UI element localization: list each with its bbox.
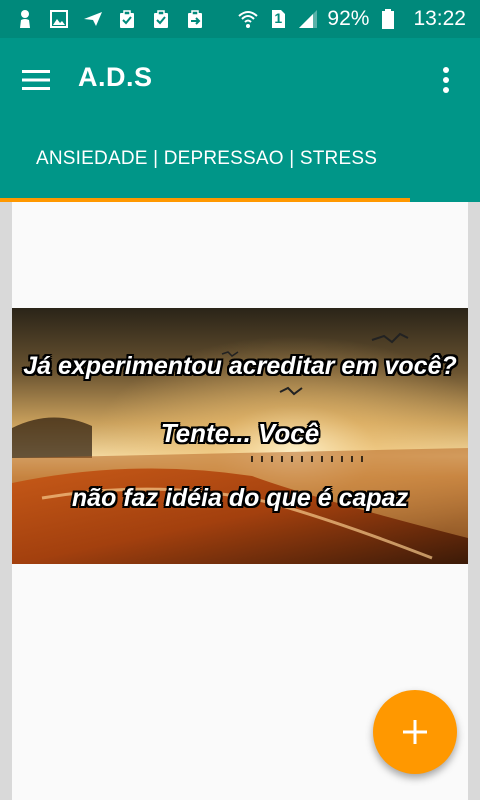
menu-button[interactable] <box>16 60 56 100</box>
clipboard-icon <box>116 8 138 30</box>
tab-bar: ANSIEDADE | DEPRESSAO | STRESS <box>0 124 480 202</box>
banner-line-3: não faz idéia do que é capaz <box>71 484 409 512</box>
clipboard-check-icon <box>150 8 172 30</box>
clipboard-arrow-icon <box>184 8 206 30</box>
tab-ansiedade-depressao-stress[interactable]: ANSIEDADE | DEPRESSAO | STRESS <box>0 124 410 202</box>
wifi-icon <box>237 8 259 30</box>
motivational-banner: Já experimentou acreditar em você? Tente… <box>12 308 468 564</box>
plus-icon <box>403 720 427 744</box>
clock: 13:22 <box>413 7 466 30</box>
sim-icon: 1 <box>267 8 289 30</box>
battery-percent: 92% <box>327 7 370 30</box>
status-bar: 1 92% 13:22 <box>0 0 480 38</box>
app-title: A.D.S <box>78 62 153 92</box>
signal-icon <box>297 8 319 30</box>
send-icon <box>82 8 104 30</box>
image-icon <box>48 8 70 30</box>
battery-icon <box>377 8 399 30</box>
system-status: 1 92% 13:22 <box>237 0 466 38</box>
hamburger-menu-icon <box>22 70 50 90</box>
person-icon <box>14 8 36 30</box>
tab-label: ANSIEDADE | DEPRESSAO | STRESS <box>36 148 378 169</box>
sim-slot-number: 1 <box>274 10 283 26</box>
notification-icons <box>14 0 206 38</box>
overflow-menu-button[interactable] <box>426 60 466 100</box>
banner-line-2: Tente... Você <box>160 418 320 448</box>
app-bar: A.D.S <box>0 38 480 124</box>
add-fab-button[interactable] <box>373 690 457 774</box>
more-vert-icon <box>443 67 449 93</box>
banner-line-1: Já experimentou acreditar em você? <box>23 352 457 380</box>
